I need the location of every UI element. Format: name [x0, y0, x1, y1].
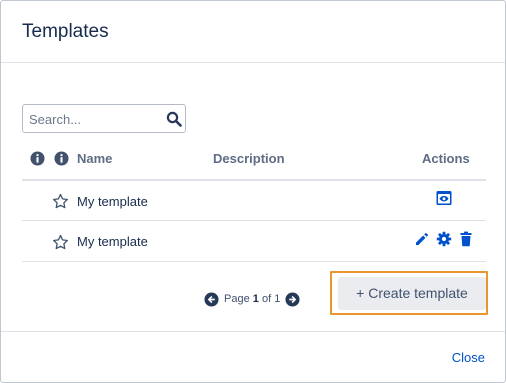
- page-of-label: of: [261, 293, 272, 305]
- search-box[interactable]: [22, 104, 186, 133]
- info-icon[interactable]: [30, 151, 45, 166]
- page-prefix: Page: [224, 293, 250, 305]
- template-name: My template: [77, 234, 148, 249]
- pagination: Page 1 of 1: [204, 291, 300, 307]
- templates-dialog: Templates Name Description Actions My te…: [0, 0, 506, 383]
- eye-icon[interactable]: [436, 190, 452, 206]
- info-icon[interactable]: [54, 151, 69, 166]
- star-icon[interactable]: [52, 234, 69, 251]
- star-icon[interactable]: [52, 193, 69, 210]
- create-template-button[interactable]: + Create template: [338, 277, 486, 310]
- search-input[interactable]: [29, 110, 157, 128]
- trash-icon[interactable]: [458, 231, 474, 247]
- dialog-header: Templates: [1, 1, 505, 63]
- column-header-description[interactable]: Description: [213, 151, 285, 166]
- previous-page-icon[interactable]: [204, 291, 219, 307]
- table-header-divider: [22, 179, 486, 181]
- pencil-icon[interactable]: [414, 231, 430, 247]
- column-header-actions: Actions: [422, 151, 470, 166]
- gear-icon[interactable]: [436, 231, 452, 247]
- total-pages: 1: [274, 293, 281, 305]
- next-page-icon[interactable]: [285, 291, 300, 307]
- template-name: My template: [77, 194, 148, 209]
- footer-divider: [1, 331, 505, 332]
- row-divider: [22, 261, 486, 262]
- current-page: 1: [252, 293, 259, 305]
- row-divider: [22, 220, 486, 221]
- column-header-name[interactable]: Name: [77, 151, 112, 166]
- dialog-title: Templates: [22, 21, 109, 42]
- search-icon[interactable]: [166, 111, 182, 127]
- close-button[interactable]: Close: [452, 350, 485, 365]
- page-indicator: Page 1 of 1: [224, 293, 280, 305]
